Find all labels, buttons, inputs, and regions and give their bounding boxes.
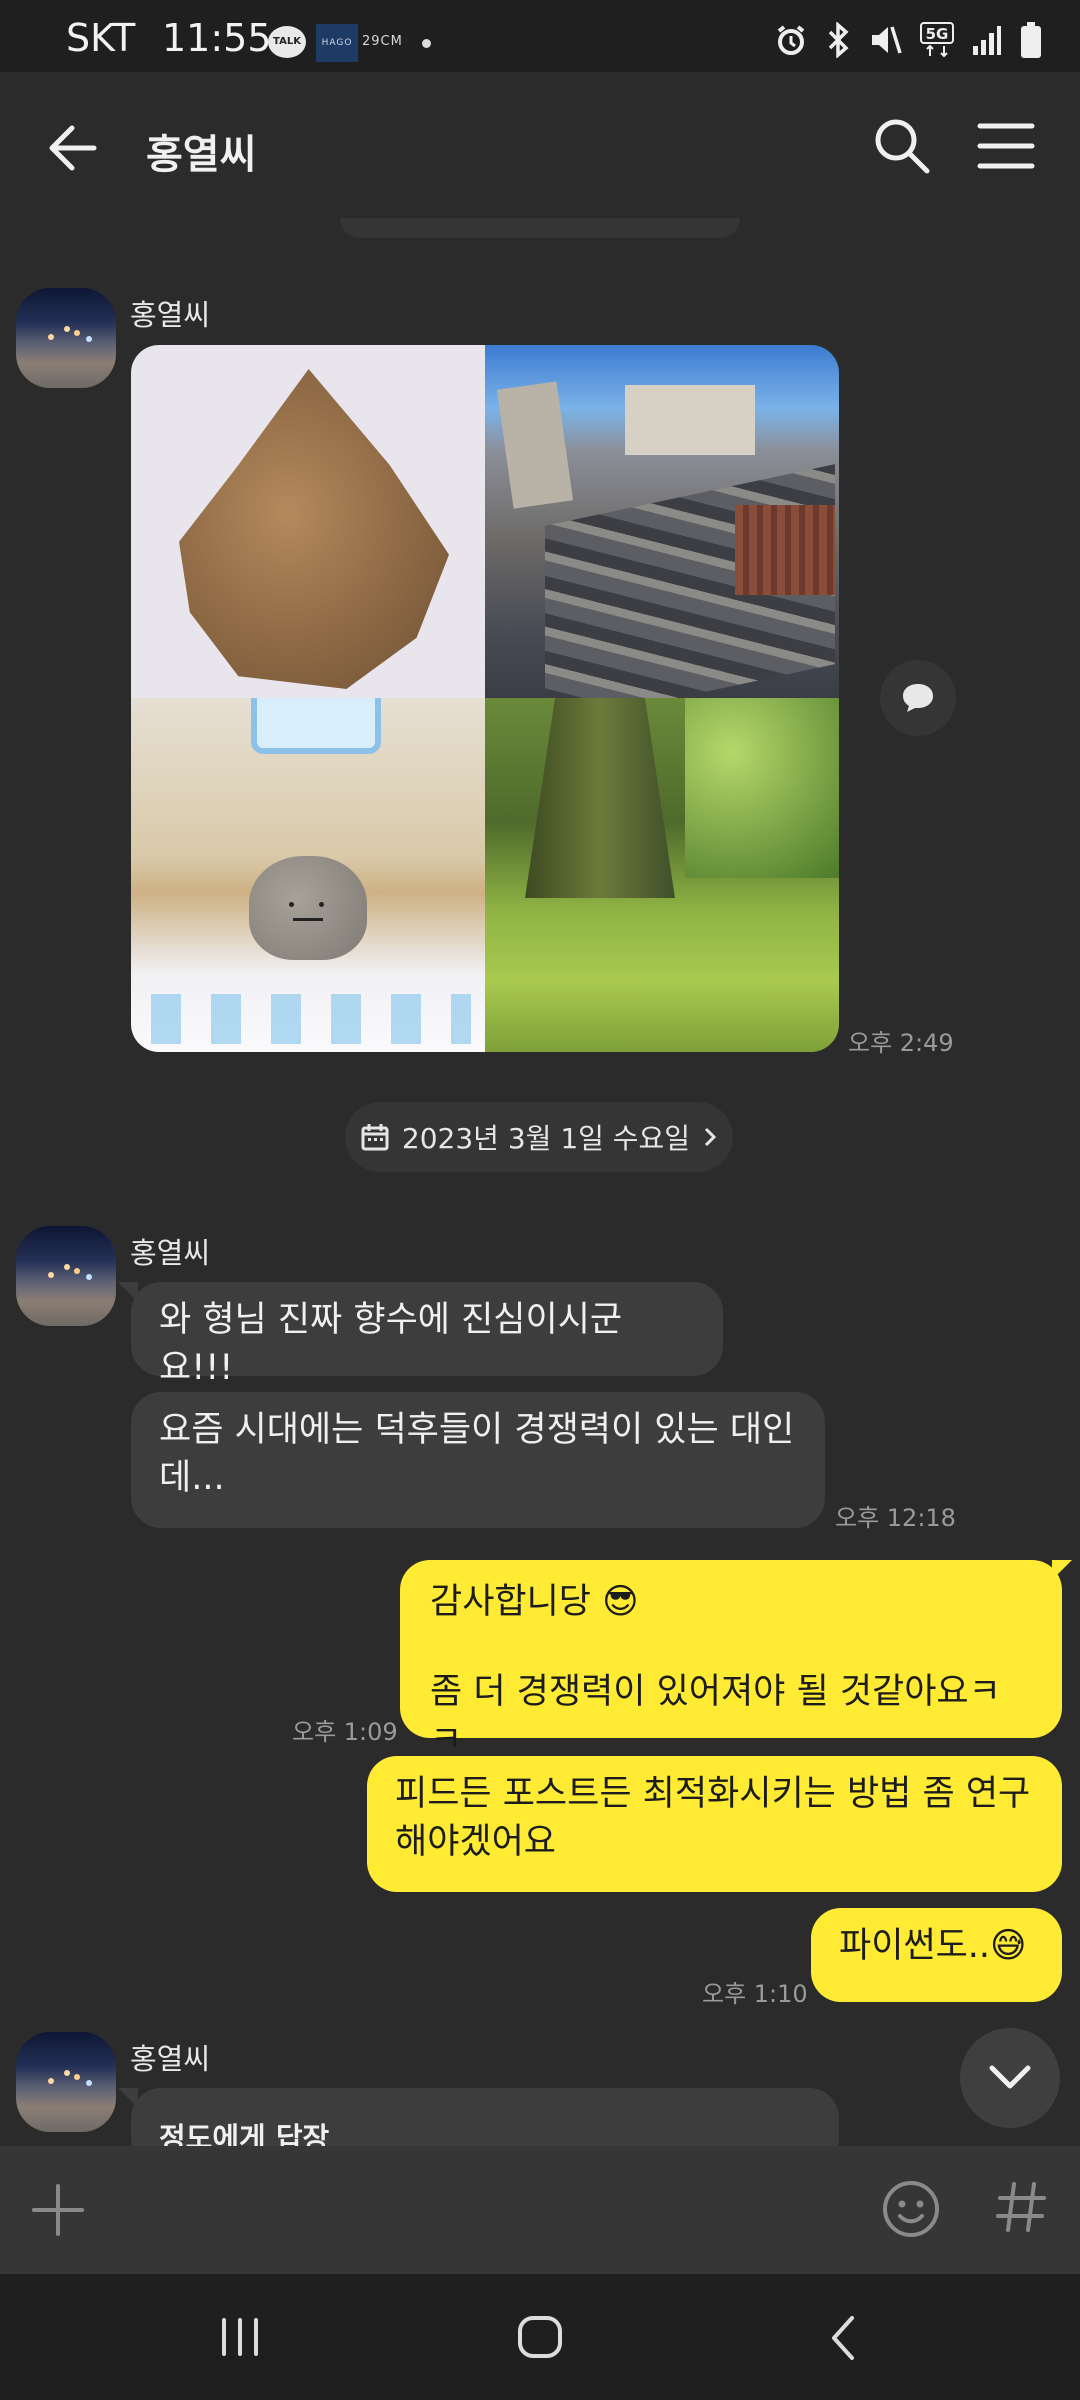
carrier-label: SKT xyxy=(66,16,136,60)
date-divider-label: 2023년 3월 1일 수요일 xyxy=(401,1122,691,1155)
nav-back-icon[interactable] xyxy=(826,2314,860,2362)
date-divider[interactable]: 2023년 3월 1일 수요일 xyxy=(345,1102,733,1172)
message-text: 와 형님 진짜 향수에 진심이시군요!!! xyxy=(159,1300,623,1388)
previous-message-edge xyxy=(340,218,740,238)
hago-notification-icon: HAGO xyxy=(316,24,358,62)
avatar[interactable] xyxy=(16,1226,116,1326)
photo-grid-message[interactable] xyxy=(131,345,839,1052)
message-text-line: 감사합니당 😎 xyxy=(430,1582,639,1622)
speech-bubble-icon xyxy=(903,684,933,712)
photo-stone-tool[interactable] xyxy=(131,345,485,698)
message-text: 요즘 시대에는 덕후들이 경쟁력이 있는 대인데... xyxy=(159,1410,795,1498)
system-navigation-bar xyxy=(0,2274,1080,2400)
photo-rock-character[interactable] xyxy=(131,698,485,1052)
photo-moss-forest[interactable] xyxy=(485,698,839,1052)
bubble-tail xyxy=(1052,1560,1072,1580)
stone-tool-image xyxy=(179,369,449,689)
calendar-icon xyxy=(361,1124,389,1151)
photo-collapsed-building[interactable] xyxy=(485,345,839,698)
message-time: 오후 12:18 xyxy=(835,1504,956,1532)
recent-apps-icon[interactable] xyxy=(218,2316,262,2358)
bluetooth-icon xyxy=(828,22,849,58)
sender-name: 홍열씨 xyxy=(130,2042,211,2076)
message-time: 오후 1:10 xyxy=(702,1980,808,2008)
incoming-message-bubble[interactable]: 요즘 시대에는 덕후들이 경쟁력이 있는 대인데... xyxy=(131,1392,825,1528)
message-time: 오후 2:49 xyxy=(848,1029,954,1057)
chat-title: 홍열씨 xyxy=(146,132,257,178)
message-input-bar[interactable] xyxy=(0,2146,1080,2274)
back-arrow-icon[interactable] xyxy=(44,120,104,176)
message-text: 파이썬도..😅 xyxy=(839,1926,1027,1966)
message-text: 피드든 포스트든 최적화시키는 방법 좀 연구해야겠어요 xyxy=(395,1774,1031,1862)
alarm-icon xyxy=(777,25,805,55)
avatar[interactable] xyxy=(16,2032,116,2132)
incoming-message-bubble[interactable]: 와 형님 진짜 향수에 진심이시군요!!! xyxy=(131,1282,723,1388)
menu-icon[interactable] xyxy=(976,118,1036,174)
chevron-down-icon xyxy=(989,2065,1031,2089)
signal-icon xyxy=(973,26,1001,55)
comment-button[interactable] xyxy=(880,660,956,736)
plus-icon[interactable] xyxy=(30,2182,86,2238)
scroll-to-bottom-button[interactable] xyxy=(960,2028,1060,2128)
emoji-icon[interactable] xyxy=(880,2178,942,2240)
sender-name: 홍열씨 xyxy=(130,1236,211,1270)
search-icon[interactable] xyxy=(872,116,932,176)
avatar[interactable] xyxy=(16,288,116,388)
sender-name: 홍열씨 xyxy=(130,298,211,332)
battery-icon xyxy=(1021,22,1041,58)
home-icon[interactable] xyxy=(516,2314,564,2360)
mute-icon xyxy=(872,26,902,54)
message-text-line: 좀 더 경쟁력이 있어져야 될 것같아요ㅋㅋ xyxy=(430,1672,1001,1760)
kakaotalk-notification-icon: TALK xyxy=(268,26,306,58)
outgoing-message-bubble[interactable]: 피드든 포스트든 최적화시키는 방법 좀 연구해야겠어요 xyxy=(367,1756,1062,1892)
outgoing-message-bubble[interactable]: 감사합니당 😎 좀 더 경쟁력이 있어져야 될 것같아요ㅋㅋ xyxy=(400,1560,1062,1760)
chevron-right-icon xyxy=(705,1127,717,1147)
chat-header: 홍열씨 xyxy=(0,72,1080,222)
outgoing-message-bubble[interactable]: 파이썬도..😅 xyxy=(811,1908,1062,2002)
hashtag-search-icon[interactable] xyxy=(990,2176,1052,2238)
status-bar: SKT 11:55 TALK HAGO 29CM 5G xyxy=(0,0,1080,72)
message-time: 오후 1:09 xyxy=(292,1718,398,1746)
more-notifications-dot xyxy=(422,39,431,48)
29cm-notification-icon: 29CM xyxy=(362,34,403,49)
svg-text:5G: 5G xyxy=(926,25,949,43)
clock: 11:55 xyxy=(162,16,272,60)
5g-network-icon: 5G xyxy=(920,22,954,58)
